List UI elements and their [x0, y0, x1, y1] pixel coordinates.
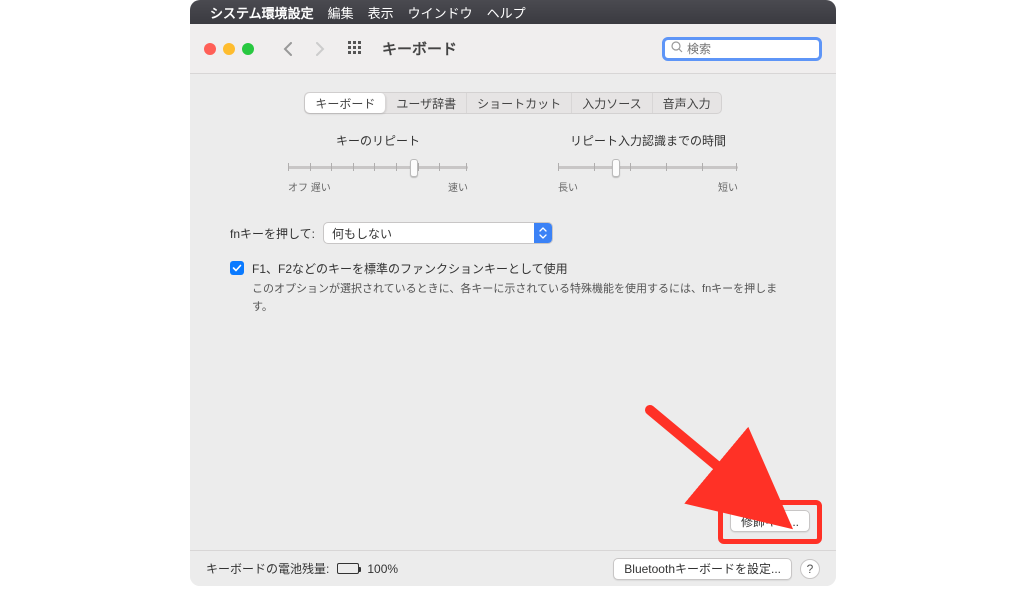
window-footer: キーボードの電池残量: 100% Bluetoothキーボードを設定... ?	[190, 550, 836, 586]
close-button[interactable]	[204, 43, 216, 55]
function-keys-checkbox[interactable]	[230, 261, 244, 275]
menubar-app-name[interactable]: システム環境設定	[210, 3, 314, 22]
battery-percent: 100%	[367, 562, 398, 576]
function-keys-checkbox-desc: このオプションが選択されているときに、各キーに示されている特殊機能を使用するには…	[252, 281, 796, 316]
modifier-keys-button[interactable]: 修飾キー...	[730, 510, 810, 532]
function-keys-checkbox-label: F1、F2などのキーを標準のファンクションキーとして使用	[252, 260, 568, 277]
grid-icon	[348, 41, 364, 57]
key-repeat-slow-label: 遅い	[311, 183, 331, 194]
repeat-delay-block: リピート入力認識までの時間 長い 短い	[558, 132, 738, 194]
repeat-delay-slider[interactable]	[558, 157, 738, 177]
menu-edit[interactable]: 編集	[328, 3, 354, 22]
back-button[interactable]	[276, 38, 300, 60]
chevron-up-down-icon	[534, 223, 552, 243]
forward-button[interactable]	[308, 38, 332, 60]
search-icon	[671, 41, 683, 56]
battery-label: キーボードの電池残量:	[206, 560, 329, 577]
key-repeat-label: キーのリピート	[288, 132, 468, 149]
function-keys-checkbox-row: F1、F2などのキーを標準のファンクションキーとして使用	[230, 260, 796, 277]
repeat-delay-long-label: 長い	[558, 179, 578, 194]
preferences-window: システム環境設定 編集 表示 ウインドウ ヘルプ キーボード	[190, 0, 836, 586]
fn-key-row: fnキーを押して: 何もしない	[230, 222, 796, 244]
traffic-lights	[204, 43, 254, 55]
minimize-button[interactable]	[223, 43, 235, 55]
menu-view[interactable]: 表示	[368, 3, 394, 22]
key-repeat-off-label: オフ	[288, 183, 308, 194]
tab-bar: キーボード ユーザ辞書 ショートカット 入力ソース 音声入力	[304, 92, 721, 114]
tab-text[interactable]: ユーザ辞書	[386, 93, 467, 113]
tab-keyboard[interactable]: キーボード	[305, 93, 386, 113]
tab-shortcuts[interactable]: ショートカット	[467, 93, 572, 113]
tab-input-sources[interactable]: 入力ソース	[572, 93, 652, 113]
menu-help[interactable]: ヘルプ	[487, 3, 526, 22]
fn-key-value: 何もしない	[332, 225, 392, 242]
window-toolbar: キーボード	[190, 24, 836, 74]
sliders-row: キーのリピート オフ 遅い 速い リピート入力認識までの時間	[210, 132, 816, 194]
menu-window[interactable]: ウインドウ	[408, 3, 473, 22]
pane-content: キーボード ユーザ辞書 ショートカット 入力ソース 音声入力 キーのリピート オ…	[190, 74, 836, 550]
repeat-delay-short-label: 短い	[718, 179, 738, 194]
check-icon	[232, 263, 242, 273]
search-input[interactable]	[687, 42, 813, 56]
system-menubar: システム環境設定 編集 表示 ウインドウ ヘルプ	[190, 0, 836, 24]
help-button[interactable]: ?	[800, 559, 820, 579]
key-repeat-slider[interactable]	[288, 157, 468, 177]
fn-key-select[interactable]: 何もしない	[323, 222, 553, 244]
repeat-delay-label: リピート入力認識までの時間	[558, 132, 738, 149]
battery-icon	[337, 563, 359, 574]
bluetooth-keyboard-button[interactable]: Bluetoothキーボードを設定...	[613, 558, 792, 580]
zoom-button[interactable]	[242, 43, 254, 55]
show-all-button[interactable]	[344, 38, 368, 60]
key-repeat-fast-label: 速い	[448, 179, 468, 194]
fn-key-label: fnキーを押して:	[230, 225, 315, 242]
tab-dictation[interactable]: 音声入力	[653, 93, 721, 113]
key-repeat-block: キーのリピート オフ 遅い 速い	[288, 132, 468, 194]
window-title: キーボード	[382, 38, 457, 59]
search-field[interactable]	[662, 37, 822, 61]
